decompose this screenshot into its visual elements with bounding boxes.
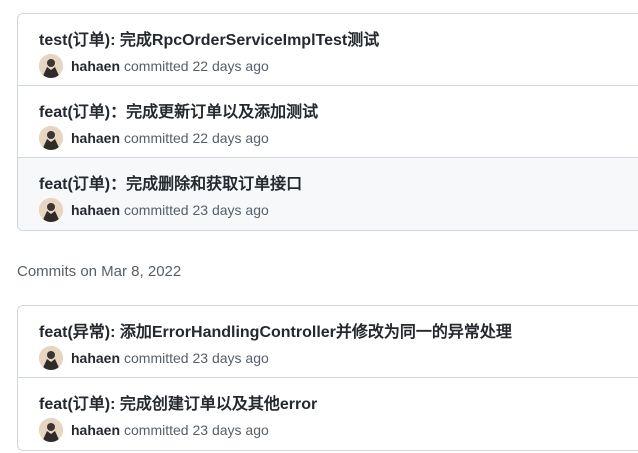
commit-meta: hahaen committed 22 days ago bbox=[39, 54, 269, 78]
avatar[interactable] bbox=[39, 126, 63, 150]
commit-history-page: test(订单): 完成RpcOrderServiceImplTest测试 ha… bbox=[0, 0, 638, 453]
commit-row[interactable]: feat(订单)：完成更新订单以及添加测试 hahaen committed 2… bbox=[18, 86, 638, 158]
commit-time: 23 days ago bbox=[192, 202, 269, 218]
commit-action: committed bbox=[124, 422, 189, 438]
commits-date-heading: Commits on Mar 8, 2022 bbox=[17, 263, 182, 280]
commit-action: committed bbox=[124, 58, 189, 74]
commit-row[interactable]: feat(订单): 完成创建订单以及其他error hahaen committ… bbox=[18, 378, 638, 450]
commit-author[interactable]: hahaen bbox=[71, 350, 120, 366]
commit-author[interactable]: hahaen bbox=[71, 202, 120, 218]
commit-meta: hahaen committed 23 days ago bbox=[39, 418, 269, 442]
avatar[interactable] bbox=[39, 418, 63, 442]
commit-time: 23 days ago bbox=[192, 422, 269, 438]
avatar[interactable] bbox=[39, 346, 63, 370]
commit-group: test(订单): 完成RpcOrderServiceImplTest测试 ha… bbox=[17, 13, 638, 231]
commit-title-link[interactable]: feat(异常): 添加ErrorHandlingController并修改为同… bbox=[39, 318, 512, 342]
commit-row[interactable]: feat(异常): 添加ErrorHandlingController并修改为同… bbox=[18, 306, 638, 378]
commit-meta: hahaen committed 23 days ago bbox=[39, 198, 269, 222]
commit-time: 22 days ago bbox=[192, 130, 269, 146]
commit-action: committed bbox=[124, 130, 189, 146]
commit-title-link[interactable]: test(订单): 完成RpcOrderServiceImplTest测试 bbox=[39, 26, 379, 50]
commit-row[interactable]: feat(订单)：完成删除和获取订单接口 hahaen committed 23… bbox=[18, 158, 638, 230]
commit-group: feat(异常): 添加ErrorHandlingController并修改为同… bbox=[17, 305, 638, 451]
avatar[interactable] bbox=[39, 198, 63, 222]
commit-row[interactable]: test(订单): 完成RpcOrderServiceImplTest测试 ha… bbox=[18, 14, 638, 86]
commit-title-link[interactable]: feat(订单): 完成创建订单以及其他error bbox=[39, 390, 317, 414]
commit-author[interactable]: hahaen bbox=[71, 130, 120, 146]
commit-action: committed bbox=[124, 350, 189, 366]
commit-title-link[interactable]: feat(订单)：完成删除和获取订单接口 bbox=[39, 170, 302, 194]
commit-action: committed bbox=[124, 202, 189, 218]
commit-author[interactable]: hahaen bbox=[71, 58, 120, 74]
commit-author[interactable]: hahaen bbox=[71, 422, 120, 438]
commit-meta: hahaen committed 23 days ago bbox=[39, 346, 269, 370]
commit-time: 22 days ago bbox=[192, 58, 269, 74]
commit-title-link[interactable]: feat(订单)：完成更新订单以及添加测试 bbox=[39, 98, 318, 122]
commit-time: 23 days ago bbox=[192, 350, 269, 366]
avatar[interactable] bbox=[39, 54, 63, 78]
commit-meta: hahaen committed 22 days ago bbox=[39, 126, 269, 150]
